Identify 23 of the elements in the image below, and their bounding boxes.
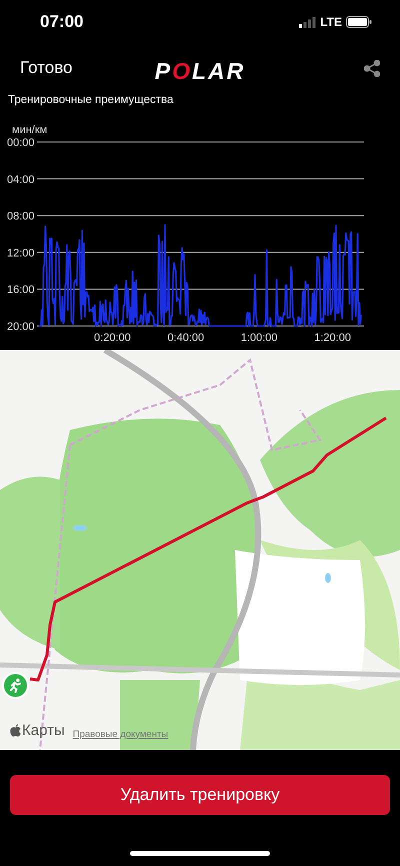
y-tick-label: 00:00: [7, 137, 35, 149]
done-button[interactable]: Готово: [20, 55, 72, 81]
x-tick-label: 0:40:00: [167, 332, 204, 344]
apple-icon: [10, 724, 21, 738]
x-tick-label: 0:20:00: [94, 332, 131, 344]
maps-label: Карты: [22, 720, 65, 740]
share-icon[interactable]: [364, 60, 380, 76]
axis-unit: мин/км: [12, 124, 48, 136]
x-tick-label: 1:00:00: [240, 332, 278, 344]
signal-icon: [299, 16, 316, 28]
y-tick-label: 20:00: [7, 321, 35, 333]
logo: POLAR: [154, 57, 246, 86]
section-title: Тренировочные преимущества: [7, 93, 174, 108]
y-tick-label: 08:00: [7, 210, 35, 223]
delete-button[interactable]: Удалить тренировку: [10, 775, 390, 815]
battery-icon: [346, 16, 372, 28]
legal-link[interactable]: Правовые документы: [72, 728, 168, 742]
y-tick-label: 04:00: [7, 174, 35, 186]
y-tick-label: 16:00: [7, 284, 35, 296]
y-tick-label: 12:00: [7, 247, 35, 260]
status-time: 07:00: [40, 11, 84, 34]
network-label: LTE: [320, 14, 342, 31]
x-tick-label: 1:20:00: [314, 332, 351, 344]
